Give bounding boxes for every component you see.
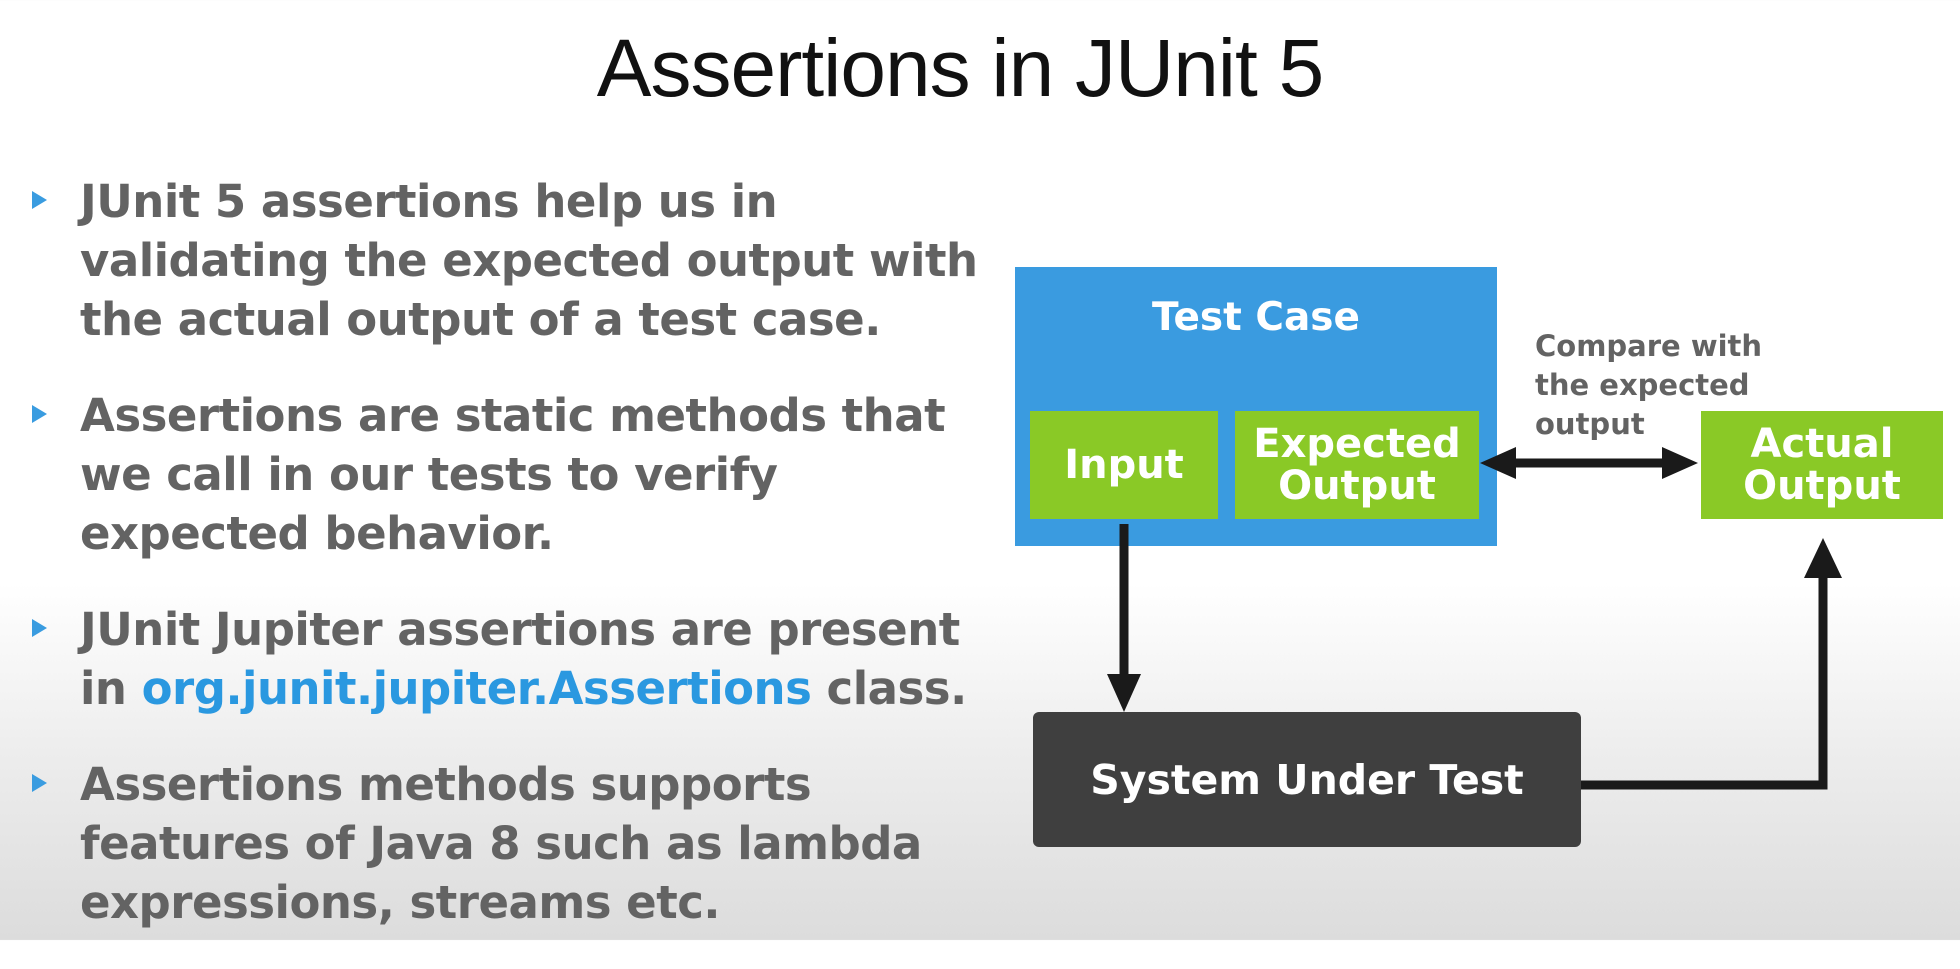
diagram-arrows xyxy=(1107,447,1842,790)
sut-to-actual-arrowhead-icon xyxy=(1804,538,1842,578)
input-to-sut-arrowhead-icon xyxy=(1107,674,1141,712)
sut-to-actual-arrow-line xyxy=(1581,574,1828,790)
compare-left-arrowhead-icon xyxy=(1480,447,1516,479)
compare-right-arrowhead-icon xyxy=(1662,447,1698,479)
